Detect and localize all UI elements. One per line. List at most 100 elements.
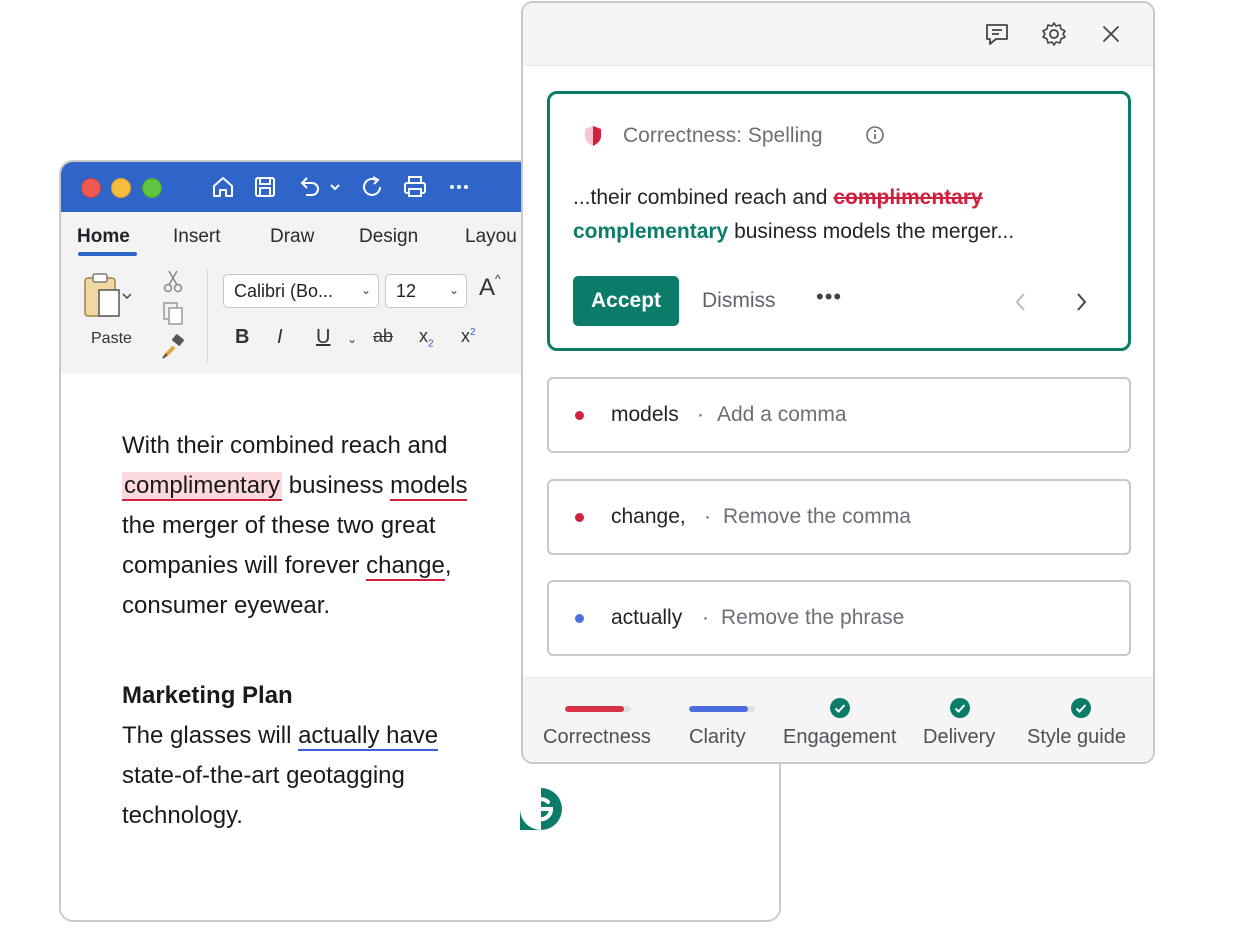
- doc-line: technology.: [122, 802, 243, 829]
- suggestion-category: Correctness: Spelling: [623, 124, 823, 147]
- paste-label: Paste: [91, 330, 132, 347]
- doc-text: business: [282, 472, 391, 499]
- suggestion-context-line: complementary business models the merger…: [573, 220, 1014, 244]
- severity-dot: [575, 513, 584, 522]
- doc-heading: Marketing Plan: [122, 682, 293, 709]
- removed-word: complimentary: [833, 186, 983, 209]
- doc-line: The glasses will actually have: [122, 722, 439, 751]
- chevron-down-icon: ⌄: [360, 283, 371, 297]
- copy-icon[interactable]: [161, 300, 185, 326]
- doc-text: ,: [444, 552, 452, 579]
- doc-line: state-of-the-art geotagging: [122, 762, 405, 789]
- suggestion-description: Remove the comma: [723, 505, 911, 528]
- format-painter-icon[interactable]: [161, 334, 187, 360]
- print-icon[interactable]: [401, 173, 429, 201]
- superscript-button[interactable]: x2: [461, 326, 476, 347]
- footer-tab-delivery[interactable]: Delivery: [923, 726, 995, 749]
- gear-icon[interactable]: [1040, 20, 1068, 48]
- chevron-left-icon[interactable]: [1009, 288, 1033, 316]
- minimize-window-button[interactable]: [111, 178, 131, 198]
- redo-icon[interactable]: [358, 173, 386, 201]
- strikethrough-button[interactable]: ab: [373, 326, 393, 347]
- check-icon: [1071, 698, 1091, 718]
- footer-tab-engagement[interactable]: Engagement: [783, 726, 896, 749]
- suggestion-word: actually: [611, 606, 683, 629]
- correctness-progress: [565, 706, 631, 712]
- feedback-icon[interactable]: [983, 20, 1011, 48]
- footer-tab-correctness[interactable]: Correctness: [543, 726, 651, 749]
- doc-line: the merger of these two great: [122, 512, 436, 539]
- cut-icon[interactable]: [161, 268, 185, 294]
- clarity-progress-fill: [689, 706, 749, 712]
- flagged-word-change[interactable]: change: [366, 552, 445, 581]
- font-name-select[interactable]: Calibri (Bo... ⌄: [223, 274, 379, 308]
- check-icon: [830, 698, 850, 718]
- doc-text: The glasses will: [122, 722, 299, 749]
- suggestion-word: change,: [611, 505, 686, 528]
- suggestion-card[interactable]: models · Add a comma: [547, 377, 1131, 453]
- correctness-progress-fill: [565, 706, 625, 712]
- replacement-word[interactable]: complementary: [573, 220, 728, 243]
- doc-text: companies will forever: [122, 552, 367, 579]
- tab-layout[interactable]: Layou: [465, 226, 517, 248]
- tab-draw[interactable]: Draw: [270, 226, 314, 248]
- suggestion-card[interactable]: actually · Remove the phrase: [547, 580, 1131, 656]
- ribbon-separator: [207, 270, 208, 362]
- shield-icon: [582, 124, 604, 148]
- suggestion-description: Remove the phrase: [721, 606, 905, 629]
- suggestion-card-active[interactable]: Correctness: Spelling ...their combined …: [547, 91, 1131, 351]
- chevron-right-icon[interactable]: [1069, 288, 1093, 316]
- grammarly-panel: Correctness: Spelling ...their combined …: [521, 1, 1155, 764]
- superscript-mark: 2: [470, 327, 476, 338]
- check-icon: [950, 698, 970, 718]
- font-size-value: 12: [396, 281, 417, 301]
- close-window-button[interactable]: [81, 178, 101, 198]
- flagged-phrase-actually-have[interactable]: actually have: [298, 722, 439, 751]
- italic-button[interactable]: I: [277, 326, 283, 349]
- clarity-progress: [689, 706, 755, 712]
- info-icon[interactable]: [865, 125, 885, 145]
- accept-button[interactable]: Accept: [573, 276, 679, 326]
- subscript-button[interactable]: x2: [419, 326, 434, 350]
- tab-design[interactable]: Design: [359, 226, 418, 248]
- underline-dropdown-icon[interactable]: ⌄: [347, 332, 357, 346]
- grow-font-button[interactable]: A: [479, 274, 495, 302]
- superscript-label: x: [461, 326, 470, 346]
- suggestion-separator: ·: [702, 606, 709, 629]
- font-name-value: Calibri (Bo...: [234, 281, 334, 301]
- paste-icon[interactable]: [81, 270, 132, 324]
- suggestion-context-line: ...their combined reach and complimentar…: [573, 186, 983, 210]
- suggestion-word: models: [611, 403, 679, 426]
- doc-line: With their combined reach and: [122, 432, 448, 459]
- flagged-word-complimentary[interactable]: complimentary: [122, 472, 283, 501]
- undo-icon[interactable]: [295, 173, 323, 201]
- dismiss-button[interactable]: Dismiss: [702, 289, 776, 313]
- doc-line: companies will forever change,: [122, 552, 452, 581]
- maximize-window-button[interactable]: [142, 178, 162, 198]
- bold-button[interactable]: B: [235, 326, 249, 349]
- score-footer: Correctness Clarity Engagement Delivery …: [523, 677, 1153, 762]
- tab-home[interactable]: Home: [77, 226, 130, 248]
- severity-dot: [575, 411, 584, 420]
- footer-tab-style-guide[interactable]: Style guide: [1027, 726, 1126, 749]
- flagged-word-models[interactable]: models: [390, 472, 468, 501]
- suggestion-card[interactable]: change, · Remove the comma: [547, 479, 1131, 555]
- subscript-label: x: [419, 326, 428, 346]
- doc-line: consumer eyewear.: [122, 592, 331, 619]
- grammarly-logo-icon[interactable]: [518, 786, 564, 832]
- save-icon[interactable]: [251, 173, 279, 201]
- font-size-select[interactable]: 12 ⌄: [385, 274, 467, 308]
- more-options-button[interactable]: •••: [816, 284, 842, 310]
- suggestion-separator: ·: [697, 403, 704, 426]
- context-text: ...their combined reach and: [573, 186, 834, 209]
- underline-button[interactable]: U: [316, 326, 330, 349]
- more-icon[interactable]: [445, 173, 473, 201]
- undo-dropdown-icon[interactable]: [327, 173, 343, 201]
- close-icon[interactable]: [1097, 20, 1125, 48]
- grow-font-caret: ^: [495, 272, 501, 286]
- footer-tab-clarity[interactable]: Clarity: [689, 726, 746, 749]
- tab-insert[interactable]: Insert: [173, 226, 221, 248]
- suggestion-separator: ·: [704, 505, 711, 528]
- home-icon[interactable]: [209, 173, 237, 201]
- context-text: business models the merger...: [728, 220, 1015, 243]
